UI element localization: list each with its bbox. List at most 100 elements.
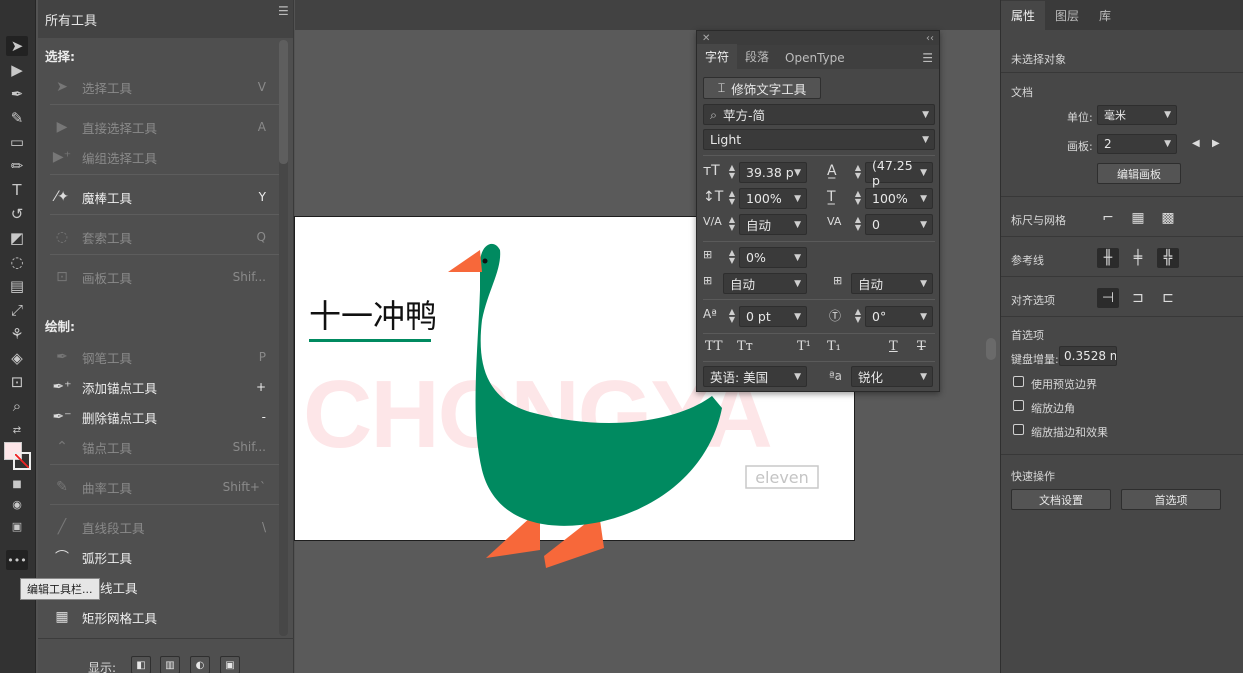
zoom-tool-icon[interactable]: ⌕ [6,396,28,416]
font-family-select[interactable]: ⌕ 苹方-简 ▼ [703,104,935,125]
kerning-select[interactable]: 自动 ▼ [739,214,807,235]
show-guides-icon[interactable]: ╫ [1097,248,1119,268]
align-to-selection-icon[interactable]: ⊣ [1097,288,1119,308]
aki-right-select[interactable]: 自动 ▼ [851,273,933,294]
display-draw-mode-icon[interactable]: ◐ [190,656,210,673]
ruler-icon[interactable]: ⌐ [1097,208,1119,228]
tracking-input[interactable]: 0 ▼ [865,214,933,235]
color-mode-icon[interactable]: ■ [6,474,28,494]
touch-type-button[interactable]: ⌶ 修饰文字工具 [703,77,821,99]
tab-layers[interactable]: 图层 [1045,1,1089,30]
swap-colors-icon[interactable]: ⇄ [6,420,28,440]
tool-item-select[interactable]: ➤ 选择工具 V [52,76,266,98]
rectangle-tool-icon[interactable]: ▭ [6,132,28,152]
eraser-tool-icon[interactable]: ◩ [6,228,28,248]
lock-guides-icon[interactable]: ╪ [1127,248,1149,268]
pen-tool-icon[interactable]: ✒ [6,84,28,104]
paintbrush-tool-icon[interactable]: ✏ [6,156,28,176]
symbol-sprayer-tool-icon[interactable]: ◈ [6,348,28,368]
smart-guides-icon[interactable]: ╬ [1157,248,1179,268]
panel-menu-icon[interactable]: ☰ [916,47,939,69]
stroke-color-swatch[interactable] [13,452,31,470]
grid-icon[interactable]: ▦ [1127,208,1149,228]
small-caps-button[interactable]: Tт [737,339,753,354]
tools-scroll-thumb[interactable] [279,40,288,164]
stepper-icon[interactable]: ▲ ▼ [853,164,863,180]
display-gradient-icon[interactable]: ▥ [160,656,180,673]
superscript-button[interactable]: T¹ [797,339,811,354]
edit-toolbar-icon[interactable]: ••• [6,550,28,570]
stepper-icon[interactable]: ▲ ▼ [727,216,737,232]
tool-item-artboard[interactable]: ⊡ 画板工具 Shif... [52,266,266,288]
underline-button[interactable]: T [889,339,898,354]
tab-libraries[interactable]: 库 [1089,1,1121,30]
draw-mode-icon[interactable]: ◉ [6,494,28,514]
use-preview-bounds-checkbox[interactable] [1013,376,1024,387]
tab-properties[interactable]: 属性 [1001,1,1046,30]
font-style-select[interactable]: Light ▼ [703,129,935,150]
tab-character[interactable]: 字符 [697,44,738,69]
scale-strokes-checkbox[interactable] [1013,424,1024,435]
selection-tool-icon[interactable]: ➤ [6,36,28,56]
next-artboard-icon[interactable]: ▶ [1212,138,1220,149]
leading-input[interactable]: (47.25 p ▼ [865,158,933,188]
vertical-scale-input[interactable]: 100% ▼ [739,188,807,209]
tool-item-pen[interactable]: ✒ 钢笔工具 P [52,346,266,368]
stepper-icon[interactable]: ▲ ▼ [727,249,737,265]
canvas-scroll-thumb[interactable] [986,338,996,360]
tool-item-lasso[interactable]: ◌ 套索工具 Q [52,226,266,248]
display-screen-mode-icon[interactable]: ▣ [220,656,240,673]
tool-item-add-anchor[interactable]: ✒⁺ 添加锚点工具 + [52,376,266,398]
screen-mode-icon[interactable]: ▣ [6,516,28,536]
panel-menu-icon[interactable]: ☰ [278,4,289,18]
display-fill-stroke-icon[interactable]: ◧ [131,656,151,673]
keyboard-increment-input[interactable]: 0.3528 m [1059,346,1117,366]
tool-item-anchor[interactable]: ⌃ 锚点工具 Shif... [52,436,266,458]
stepper-icon[interactable]: ▲ ▼ [853,190,863,206]
tab-opentype[interactable]: OpenType [777,47,853,69]
eyedropper-tool-icon[interactable]: ⤢ [6,300,28,320]
artboard-select[interactable]: 2 ▼ [1097,134,1177,154]
horizontal-scale-input[interactable]: 100% ▼ [865,188,933,209]
rotate-tool-icon[interactable]: ↺ [6,204,28,224]
stepper-icon[interactable]: ▲ ▼ [727,308,737,324]
collapse-icon[interactable]: ‹‹ [926,33,934,44]
tool-item-curvature[interactable]: ✎ 曲率工具 Shift+` [52,476,266,498]
rotation-input[interactable]: 0° ▼ [865,306,933,327]
tab-paragraph[interactable]: 段落 [737,44,777,69]
all-caps-button[interactable]: TT [705,339,723,354]
tsume-input[interactable]: 0% ▼ [739,247,807,268]
blend-tool-icon[interactable]: ⚘ [6,324,28,344]
stepper-icon[interactable]: ▲ ▼ [853,308,863,324]
document-setup-button[interactable]: 文档设置 [1011,489,1111,510]
align-to-key-object-icon[interactable]: ⊐ [1127,288,1149,308]
artboard-tool-icon[interactable]: ⊡ [6,372,28,392]
tool-item-arc[interactable]: ⌒ 弧形工具 [52,546,266,568]
preferences-button[interactable]: 首选项 [1121,489,1221,510]
tool-item-rect-grid[interactable]: ▦ 矩形网格工具 [52,606,266,628]
stepper-icon[interactable]: ▲ ▼ [727,164,737,180]
language-select[interactable]: 英语: 美国 ▼ [703,366,807,387]
direct-selection-tool-icon[interactable]: ▶ [6,60,28,80]
edit-artboards-button[interactable]: 编辑画板 [1097,163,1181,184]
tool-item-line[interactable]: ╱ 直线段工具 \ [52,516,266,538]
curvature-tool-icon[interactable]: ✎ [6,108,28,128]
tool-item-group-select[interactable]: ▶⁺ 编组选择工具 [52,146,266,168]
previous-artboard-icon[interactable]: ◀ [1192,138,1200,149]
transparency-grid-icon[interactable]: ▩ [1157,208,1179,228]
tool-item-magic-wand[interactable]: ⁄✦ 魔棒工具 Y [52,186,266,208]
strikethrough-button[interactable]: T [917,339,926,354]
anti-alias-select[interactable]: 锐化 ▼ [851,366,933,387]
tool-item-direct-select[interactable]: ▶ 直接选择工具 A [52,116,266,138]
stepper-icon[interactable]: ▲ ▼ [727,190,737,206]
scale-corners-checkbox[interactable] [1013,400,1024,411]
type-tool-icon[interactable]: T [6,180,28,200]
align-to-artboard-icon[interactable]: ⊏ [1157,288,1179,308]
tool-item-delete-anchor[interactable]: ✒⁻ 删除锚点工具 - [52,406,266,428]
stepper-icon[interactable]: ▲ ▼ [853,216,863,232]
close-icon[interactable]: ✕ [702,33,710,44]
subscript-button[interactable]: T₁ [827,339,841,354]
font-size-input[interactable]: 39.38 p ▼ [739,162,807,183]
baseline-shift-input[interactable]: 0 pt ▼ [739,306,807,327]
units-select[interactable]: 毫米 ▼ [1097,105,1177,125]
